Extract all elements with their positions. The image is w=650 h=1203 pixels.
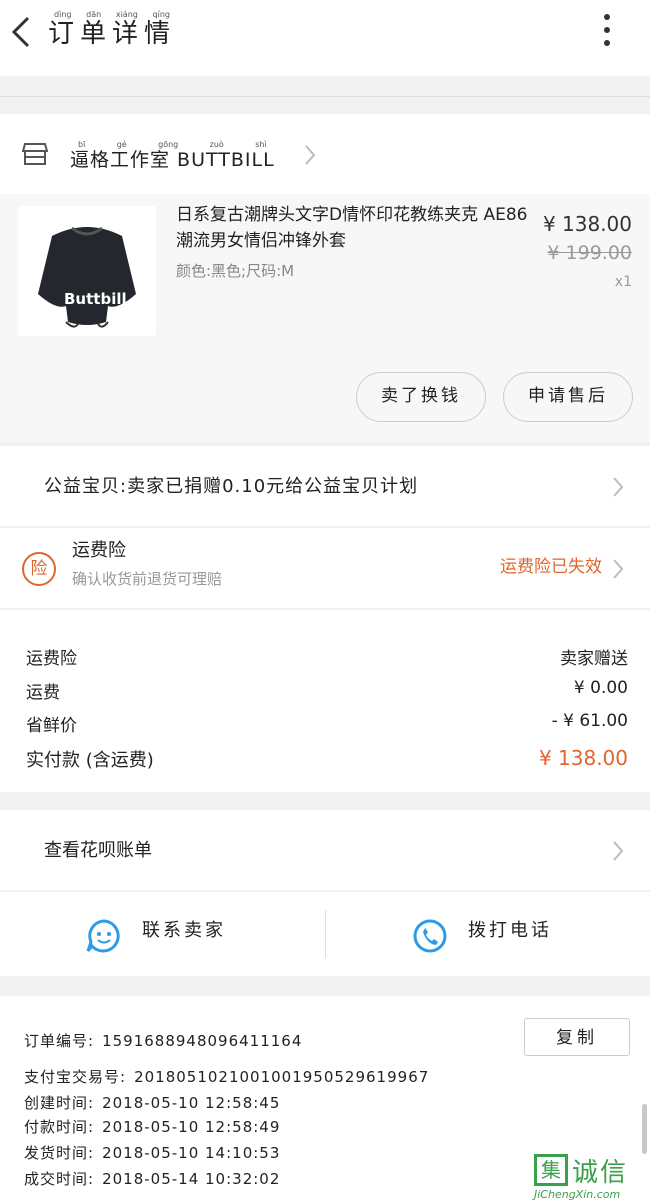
watermark-box: 集 [534, 1154, 568, 1186]
order-info-value: 2018-05-10 12:58:45 [102, 1094, 281, 1112]
product-item: Buttbill 日系复古潮牌头文字D情怀印花教练夹克 AE86潮流男女情侣冲锋… [0, 194, 650, 442]
chat-bubble-icon [86, 919, 120, 953]
sell-for-cash-button[interactable]: 卖了换钱 [356, 372, 486, 422]
divider [0, 96, 650, 97]
chevron-right-icon [613, 559, 624, 579]
chevron-right-icon [613, 477, 624, 497]
product-original-price: ¥ 199.00 [547, 242, 632, 264]
jacket-image-icon: Buttbill [38, 226, 136, 328]
order-info-row: 发货时间: 2018-05-10 14:10:53 [24, 1142, 280, 1163]
shop-name[interactable]: 逼格工作室 BUTTBILLbī gé gōng zuò shì [70, 140, 275, 172]
order-info-row: 成交时间: 2018-05-14 10:32:02 [24, 1168, 280, 1189]
fee-value: ¥ 0.00 [573, 678, 628, 698]
fee-summary: 运费险 卖家赠送 运费 ¥ 0.00 省鲜价 - ¥ 61.00 实付款 (含运… [0, 610, 650, 792]
total-value: ¥ 138.00 [538, 746, 628, 770]
order-info-value: 1591688948096411164 [102, 1032, 303, 1050]
product-thumbnail[interactable]: Buttbill [18, 206, 156, 336]
contact-seller-button[interactable]: 联系卖家 [86, 910, 286, 960]
huabei-bill-row[interactable]: 查看花呗账单 [0, 810, 650, 890]
order-info-value: 2018-05-14 10:32:02 [102, 1170, 281, 1188]
product-price: ¥ 138.00 [542, 212, 632, 236]
order-info-label: 付款时间: [24, 1118, 95, 1136]
shop-row[interactable]: 逼格工作室 BUTTBILLbī gé gōng zuò shì [0, 114, 650, 194]
order-info-label: 订单编号: [24, 1032, 95, 1050]
contact-bar: 联系卖家 拨打电话 [0, 892, 650, 976]
fee-value: - ¥ 61.00 [551, 711, 628, 731]
apply-aftersale-button[interactable]: 申请售后 [503, 372, 633, 422]
back-arrow-icon[interactable] [6, 12, 36, 52]
order-info-row: 订单编号: 1591688948096411164 [24, 1030, 302, 1051]
order-info-label: 创建时间: [24, 1094, 95, 1112]
product-quantity: x1 [614, 274, 632, 290]
product-title[interactable]: 日系复古潮牌头文字D情怀印花教练夹克 AE86潮流男女情侣冲锋外套 [176, 202, 536, 254]
divider [325, 910, 326, 958]
order-info-row: 创建时间: 2018-05-10 12:58:45 [24, 1092, 280, 1113]
fee-label: 运费 [26, 683, 60, 703]
order-info-value: 2018-05-10 12:58:49 [102, 1118, 281, 1136]
total-label: 实付款 (含运费) [26, 750, 154, 771]
fee-label: 运费险 [26, 649, 77, 669]
call-phone-button[interactable]: 拨打电话 [412, 910, 612, 960]
top-bar: 订单详情dìng dān xiáng qíng [0, 0, 650, 76]
insurance-subtitle: 确认收货前退货可理赔 [72, 570, 223, 588]
insurance-status: 运费险已失效 [500, 557, 602, 577]
order-info-value: 2018-05-10 14:10:53 [102, 1144, 281, 1162]
phone-icon [413, 919, 447, 953]
huabei-bill-text: 查看花呗账单 [44, 840, 152, 861]
more-options-icon[interactable] [600, 14, 614, 54]
svg-text:Buttbill: Buttbill [64, 290, 127, 308]
page-title: 订单详情dìng dān xiáng qíng [48, 10, 177, 49]
watermark-url: JiChengXin.com [534, 1188, 621, 1201]
scrollbar[interactable] [642, 1104, 647, 1154]
fee-label: 省鲜价 [26, 716, 77, 736]
order-info-row: 付款时间: 2018-05-10 12:58:49 [24, 1116, 280, 1137]
charity-text: 公益宝贝:卖家已捐赠0.10元给公益宝贝计划 [44, 476, 419, 497]
chevron-right-icon [613, 841, 624, 861]
copy-button[interactable]: 复制 [524, 1018, 630, 1056]
watermark-logo: 集 诚信 JiChengXin.com [534, 1152, 650, 1203]
insurance-badge-icon: 险 [22, 552, 56, 586]
insurance-title: 运费险 [72, 540, 126, 561]
order-info-label: 发货时间: [24, 1144, 95, 1162]
order-info-label: 支付宝交易号: [24, 1068, 127, 1086]
shipping-insurance-row[interactable]: 险 运费险 确认收货前退货可理赔 运费险已失效 [0, 528, 650, 608]
order-info-value: 2018051021001001950529619967 [134, 1068, 430, 1086]
watermark-text: 诚信 [572, 1158, 629, 1188]
product-properties: 颜色:黑色;尺码:M [176, 262, 295, 280]
fee-value: 卖家赠送 [560, 649, 628, 669]
chevron-right-icon [305, 145, 316, 165]
store-icon [22, 143, 48, 165]
order-info-label: 成交时间: [24, 1170, 95, 1188]
order-info-row: 支付宝交易号: 2018051021001001950529619967 [24, 1066, 429, 1087]
charity-row[interactable]: 公益宝贝:卖家已捐赠0.10元给公益宝贝计划 [0, 446, 650, 526]
